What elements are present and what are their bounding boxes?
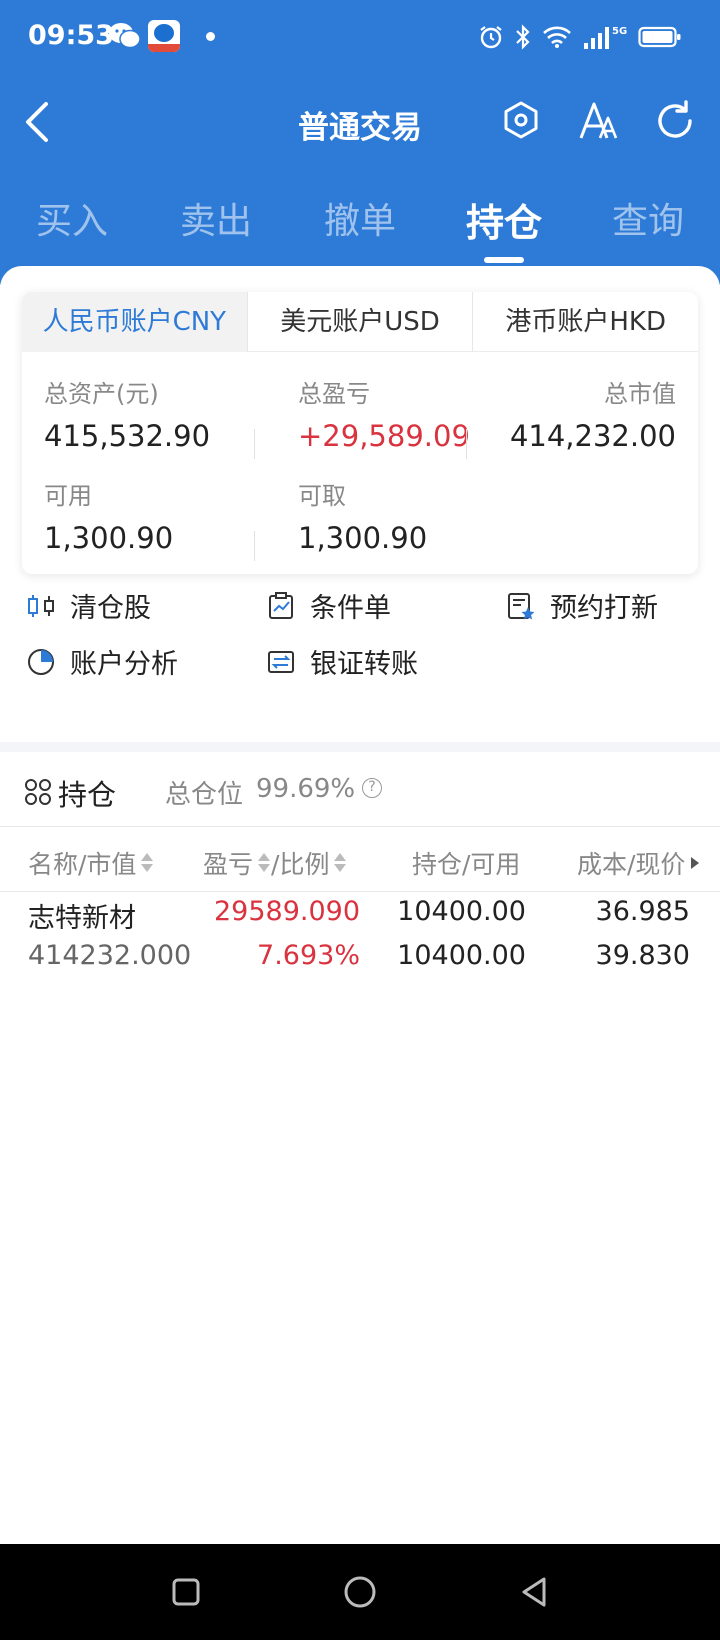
market-value-label: 总市值 bbox=[604, 380, 676, 408]
status-time: 09:53 bbox=[28, 20, 114, 51]
col-label: 持仓/可用 bbox=[412, 850, 521, 879]
divider bbox=[466, 429, 467, 459]
available: 可用 1,300.90 bbox=[44, 476, 173, 555]
tab-cancel[interactable]: 撤单 bbox=[305, 192, 415, 244]
conditional-order-icon bbox=[269, 591, 293, 619]
table-row[interactable]: 志特新材 414232.000 29589.090 7.693% 10400.0… bbox=[0, 896, 720, 996]
col-label: 成本/现价 bbox=[577, 850, 686, 879]
account-card: 人民币账户CNY 美元账户USD 港币账户HKD 总资产(元) 415,532.… bbox=[22, 292, 698, 574]
stock-holding: 10400.00 bbox=[397, 896, 526, 927]
signal-5g-icon: 5G bbox=[584, 26, 627, 49]
tab-sell[interactable]: 卖出 bbox=[161, 192, 271, 244]
action-ipo-booking[interactable]: 预约打新 bbox=[506, 586, 658, 625]
ipo-booking-icon bbox=[508, 592, 535, 619]
stock-pnl: 29589.090 bbox=[213, 896, 360, 927]
trade-tabs: 买入 卖出 撤单 持仓 查询 bbox=[0, 180, 720, 270]
stock-price: 39.830 bbox=[595, 940, 690, 971]
action-label: 清仓股 bbox=[70, 593, 151, 624]
action-account-analysis[interactable]: 账户分析 bbox=[26, 642, 178, 681]
header: 09:53 5G 普通交易 买入 卖出 撤单 持仓 查询 bbox=[0, 0, 720, 285]
total-pnl-label: 总盈亏 bbox=[298, 380, 370, 408]
nav-bar: 普通交易 bbox=[0, 80, 720, 165]
sort-icon bbox=[140, 852, 154, 874]
position-label: 总仓位 bbox=[165, 780, 244, 810]
font-size-icon[interactable] bbox=[575, 98, 621, 144]
holdings-title: 持仓 bbox=[58, 778, 117, 812]
col-label: 名称/市值 bbox=[28, 850, 137, 879]
home-icon[interactable] bbox=[342, 1574, 378, 1610]
network-label: 5G bbox=[612, 26, 627, 37]
total-pnl: 总盈亏 +29,589.09 bbox=[298, 374, 470, 453]
system-nav-bar bbox=[0, 1544, 720, 1640]
stock-market-value: 414232.000 bbox=[28, 940, 192, 971]
stock-available: 10400.00 bbox=[397, 940, 526, 971]
action-bank-transfer[interactable]: 银证转账 bbox=[266, 642, 418, 681]
col-cost-price[interactable]: 成本/现价 bbox=[577, 845, 700, 881]
total-assets: 总资产(元) 415,532.90 bbox=[44, 374, 210, 453]
account-tabs: 人民币账户CNY 美元账户USD 港币账户HKD bbox=[22, 292, 698, 352]
status-right-icons: 5G bbox=[478, 18, 682, 56]
stock-pnl-ratio: 7.693% bbox=[257, 940, 360, 971]
market-value-value: 414,232.00 bbox=[509, 419, 676, 453]
tab-holdings[interactable]: 持仓 bbox=[449, 192, 559, 247]
refresh-icon[interactable] bbox=[652, 98, 698, 144]
action-label: 银证转账 bbox=[310, 649, 418, 680]
market-value: 总市值 414,232.00 bbox=[510, 374, 676, 453]
quick-actions: 清仓股 条件单 预约打新 账户分析 银证转账 bbox=[0, 586, 720, 716]
tab-buy[interactable]: 买入 bbox=[17, 192, 127, 244]
col-pnl[interactable]: 盈亏 /比例 bbox=[203, 845, 347, 881]
pie-chart-icon bbox=[28, 648, 54, 675]
action-clear-stock[interactable]: 清仓股 bbox=[26, 586, 151, 625]
holdings-column-header: 名称/市值 盈亏 /比例 持仓/可用 成本/现价 bbox=[0, 826, 720, 892]
total-pnl-value: +29,589.09 bbox=[298, 419, 470, 453]
clear-stock-icon bbox=[28, 594, 54, 617]
help-icon[interactable]: ? bbox=[362, 778, 382, 798]
total-assets-label: 总资产(元) bbox=[44, 380, 159, 408]
section-separator bbox=[0, 742, 720, 752]
bank-transfer-icon bbox=[268, 650, 294, 673]
col-name-market-value[interactable]: 名称/市值 bbox=[28, 845, 154, 881]
stock-name: 志特新材 bbox=[28, 903, 136, 934]
divider bbox=[254, 429, 255, 459]
sort-icon bbox=[257, 852, 271, 874]
available-label: 可用 bbox=[44, 482, 92, 510]
notification-dot bbox=[206, 32, 215, 41]
withdrawable-value: 1,300.90 bbox=[298, 521, 428, 555]
holdings-header: 持仓 总仓位 99.69% ? bbox=[0, 752, 720, 832]
wechat-icon bbox=[109, 23, 141, 49]
action-label: 账户分析 bbox=[70, 649, 178, 680]
tab-query[interactable]: 查询 bbox=[593, 192, 703, 244]
col-label: /比例 bbox=[271, 850, 330, 879]
action-conditional-order[interactable]: 条件单 bbox=[266, 586, 391, 625]
total-assets-value: 415,532.90 bbox=[44, 419, 211, 453]
position-value: 99.69% bbox=[256, 774, 356, 804]
action-label: 条件单 bbox=[310, 593, 391, 624]
col-holding-available[interactable]: 持仓/可用 bbox=[412, 845, 520, 881]
col-label: 盈亏 bbox=[203, 850, 254, 879]
bluetooth-icon bbox=[516, 24, 530, 50]
status-bar: 09:53 5G bbox=[0, 0, 720, 75]
alarm-icon bbox=[480, 26, 502, 49]
available-value: 1,300.90 bbox=[44, 521, 174, 555]
scroll-right-icon bbox=[691, 857, 700, 869]
back-nav-icon[interactable] bbox=[516, 1574, 552, 1610]
withdrawable-label: 可取 bbox=[298, 482, 346, 510]
account-tab-usd[interactable]: 美元账户USD bbox=[247, 292, 474, 352]
action-label: 预约打新 bbox=[550, 593, 658, 624]
recent-apps-icon[interactable] bbox=[168, 1574, 204, 1610]
grid-icon bbox=[25, 779, 51, 805]
withdrawable: 可取 1,300.90 bbox=[298, 476, 427, 555]
account-tab-cny[interactable]: 人民币账户CNY bbox=[22, 292, 248, 352]
stock-cost: 36.985 bbox=[595, 896, 690, 927]
divider bbox=[254, 531, 255, 561]
main-content: 人民币账户CNY 美元账户USD 港币账户HKD 总资产(元) 415,532.… bbox=[0, 266, 720, 1546]
active-tab-indicator bbox=[484, 257, 524, 263]
battery-icon bbox=[638, 26, 681, 48]
app-notification-icon bbox=[148, 20, 180, 52]
account-tab-hkd[interactable]: 港币账户HKD bbox=[473, 292, 698, 352]
sort-icon bbox=[333, 852, 347, 874]
hexagon-settings-icon[interactable] bbox=[498, 98, 544, 144]
wifi-icon bbox=[543, 26, 571, 48]
